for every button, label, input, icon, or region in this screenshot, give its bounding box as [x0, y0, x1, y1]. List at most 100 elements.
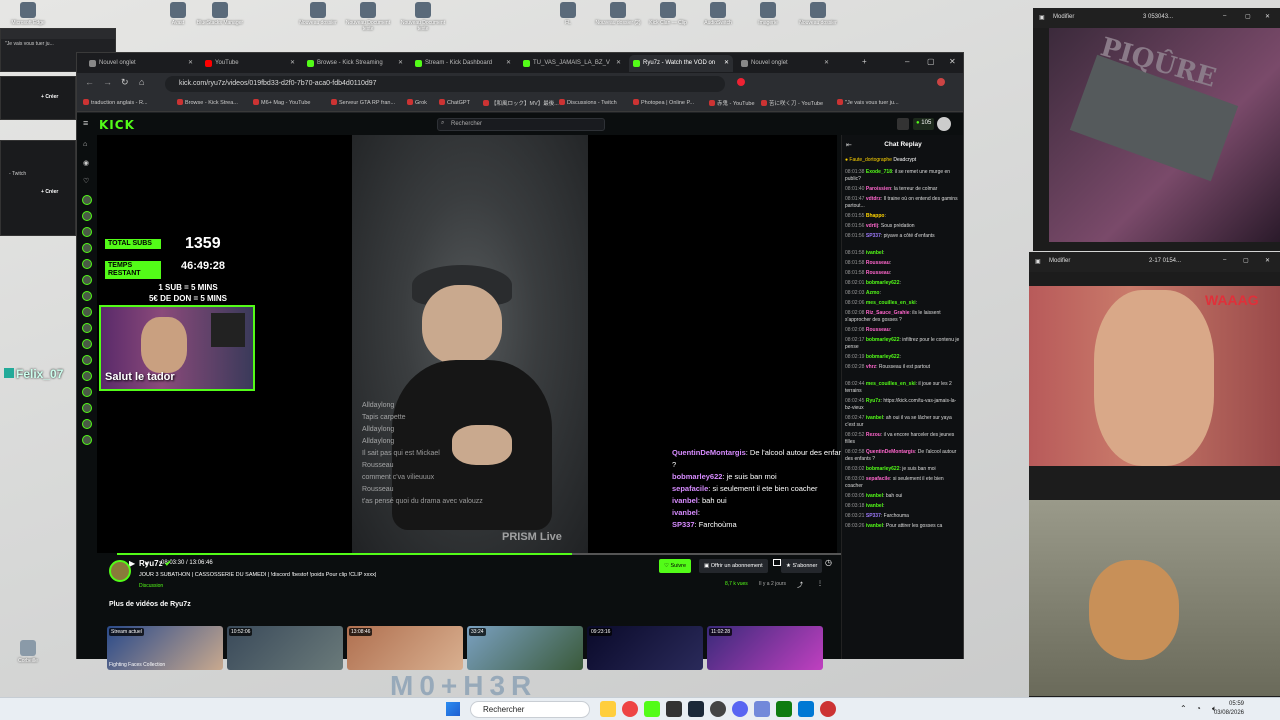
profile-icon[interactable]	[937, 78, 945, 86]
chat-username[interactable]: SP337	[866, 513, 881, 519]
minimize-icon[interactable]: –	[905, 57, 909, 66]
bookmark-item[interactable]: 赤鬼 - YouTube	[709, 99, 755, 107]
tab-close-icon[interactable]: ✕	[290, 59, 295, 66]
minimize-icon-2[interactable]: –	[1223, 257, 1226, 263]
followed-channel-avatar[interactable]	[82, 355, 92, 365]
browser-tab[interactable]: YouTube ✕	[201, 55, 299, 72]
share-icon[interactable]: ⤴	[797, 580, 803, 589]
chat-username[interactable]: ivanbel	[866, 503, 883, 509]
maximize-icon[interactable]: ▢	[927, 57, 935, 66]
desktop-icon[interactable]: Nouveau Document texte	[340, 2, 396, 32]
video-player[interactable]: Alldaylong Tapis carpette Alldaylong Allday…	[97, 135, 857, 568]
new-tab-icon[interactable]: +	[862, 57, 867, 66]
start-icon[interactable]	[446, 702, 460, 716]
followed-channel-avatar[interactable]	[82, 419, 92, 429]
followed-channel-avatar[interactable]	[82, 227, 92, 237]
video-thumbnail[interactable]: 10:52:06	[227, 626, 343, 670]
file-explorer-icon[interactable]	[600, 701, 616, 717]
search-input[interactable]: ⌕ Rechercher	[437, 118, 605, 131]
chat-username[interactable]: Rousseau	[866, 270, 890, 276]
maximize-icon-1[interactable]: ▢	[1245, 13, 1251, 20]
desktop-icon[interactable]: Microsoft Edge	[0, 2, 56, 26]
followed-channel-avatar[interactable]	[82, 291, 92, 301]
close-icon-1[interactable]: ✕	[1265, 13, 1270, 20]
home-nav-icon[interactable]: ⌂	[83, 141, 87, 148]
desktop-icon[interactable]: Nouveau dossier	[290, 2, 346, 26]
bookmark-item[interactable]: 苦に咲く刀 - YouTube	[761, 99, 823, 107]
channel-avatar[interactable]	[109, 560, 131, 582]
chat-username[interactable]: vhrz	[866, 364, 876, 370]
chat-username[interactable]: mes_couilles_en_ski	[866, 381, 916, 387]
chat-username[interactable]: QuentinDeMontargis	[866, 449, 915, 455]
obs-icon[interactable]	[710, 701, 726, 717]
chat-username[interactable]: vdrtlj	[866, 223, 878, 229]
edit-button-2[interactable]: Modifier	[1049, 258, 1070, 264]
chat-username[interactable]: Exode_718	[866, 169, 892, 175]
followed-channel-avatar[interactable]	[82, 403, 92, 413]
close-icon-2[interactable]: ✕	[1265, 257, 1270, 264]
video-thumbnail[interactable]: Stream actuel Fighting Faces Collection	[107, 626, 223, 670]
kick-app-icon[interactable]	[644, 701, 660, 717]
chat-username[interactable]: bobmarley622	[866, 280, 900, 286]
browser-tab[interactable]: Ryu7z - Watch the VOD on ✕	[629, 55, 733, 72]
channel-name[interactable]: Ryu7z ✔	[139, 559, 172, 568]
chat-username[interactable]: sepafacile	[866, 476, 890, 482]
taskbar-search[interactable]: Rechercher	[470, 701, 590, 718]
chat-username[interactable]: Rezou	[866, 432, 881, 438]
browser-tab[interactable]: Browse - Kick Streaming ✕	[303, 55, 407, 72]
follow-button[interactable]: ♡ Suivre	[659, 559, 692, 573]
followed-channel-avatar[interactable]	[82, 275, 92, 285]
chat-username[interactable]: Riz_Sauce_Grahie	[866, 310, 910, 316]
chat-username[interactable]: ivanbel	[866, 523, 883, 529]
adblock-icon[interactable]	[737, 78, 745, 86]
create-button-2[interactable]: + Créer	[41, 189, 58, 195]
network-icon[interactable]: ◔	[1196, 704, 1201, 713]
bookmark-item[interactable]: Photopea | Online P...	[633, 99, 694, 106]
bookmark-item[interactable]: M6+ Mag - YouTube	[253, 99, 310, 106]
tab-close-icon[interactable]: ✕	[188, 59, 193, 66]
chat-username[interactable]: Bhappo	[866, 213, 885, 219]
xbox-icon[interactable]	[776, 701, 792, 717]
followed-channel-avatar[interactable]	[82, 211, 92, 221]
desktop-icon[interactable]: Kick Clan — Clip	[640, 2, 696, 26]
chat-username[interactable]: ivanbel	[866, 493, 883, 499]
followed-channel-avatar[interactable]	[82, 259, 92, 269]
bookmark-item[interactable]: traduction anglais - R...	[83, 99, 148, 106]
followed-channel-avatar[interactable]	[82, 323, 92, 333]
close-icon[interactable]: ✕	[949, 57, 956, 66]
avatar[interactable]	[937, 117, 951, 131]
desktop-icon[interactable]: Imagerie	[740, 2, 796, 26]
bg-window-2[interactable]: + Créer	[0, 76, 76, 120]
chat-username[interactable]: Azmo	[866, 290, 880, 296]
tab-close-icon[interactable]: ✕	[506, 59, 511, 66]
gift-sub-button[interactable]: ▣ Offrir un abonnement	[699, 559, 768, 573]
home-icon[interactable]: ⌂	[139, 77, 144, 87]
category[interactable]: Discussion	[139, 583, 163, 589]
photo-window-2[interactable]: ▣ Modifier 2-17 0154... – ▢ ✕ WAAAG	[1029, 252, 1280, 698]
browser-tab[interactable]: Nouvel onglet ✕	[85, 55, 197, 72]
chat-username[interactable]: ivanbel	[866, 415, 883, 421]
bookmark-item[interactable]: Grok	[407, 99, 427, 106]
back-icon[interactable]: ←	[85, 77, 94, 87]
steam-icon[interactable]	[688, 701, 704, 717]
bookmark-item[interactable]: Discussions - Twitch	[559, 99, 617, 106]
edit-button-1[interactable]: Modifier	[1053, 14, 1074, 20]
kick-logo[interactable]: KICK	[99, 118, 135, 132]
forward-icon[interactable]: →	[103, 77, 112, 87]
minimize-icon-1[interactable]: –	[1223, 13, 1226, 19]
bookmark-item[interactable]: 【和風ロック】MV】最後...	[483, 99, 559, 107]
chat-username[interactable]: vdtdrz	[866, 196, 881, 202]
chat-username[interactable]: mes_couilles_en_ski	[866, 300, 916, 306]
desktop-icon[interactable]: Nouveau dossier (2)	[590, 2, 646, 26]
followed-channel-avatar[interactable]	[82, 307, 92, 317]
followed-channel-avatar[interactable]	[82, 435, 92, 445]
chat-username[interactable]: Ryu7z	[866, 398, 881, 404]
browse-nav-icon[interactable]: ◉	[83, 159, 89, 167]
tab-close-icon[interactable]: ✕	[398, 59, 403, 66]
reload-icon[interactable]: ↻	[121, 77, 129, 88]
terminal-icon[interactable]	[666, 701, 682, 717]
video-thumbnail[interactable]: 09:23:16	[587, 626, 703, 670]
recycle-bin-icon[interactable]: Corbeille	[0, 640, 56, 664]
chrome-icon[interactable]	[622, 701, 638, 717]
video-thumbnail[interactable]: 33:24	[467, 626, 583, 670]
